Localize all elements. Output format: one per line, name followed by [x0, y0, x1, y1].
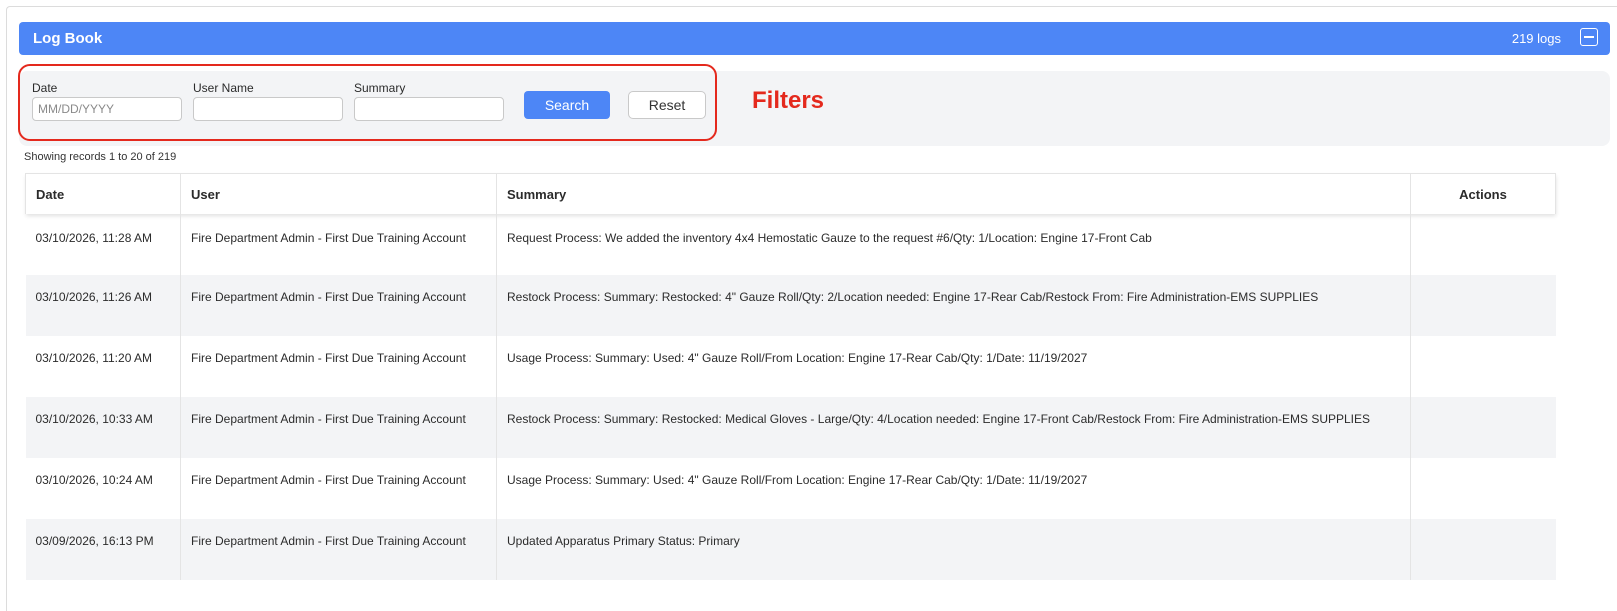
cell-user: Fire Department Admin - First Due Traini…: [180, 519, 497, 580]
log-table: Date User Summary Actions 03/10/2026, 11…: [25, 173, 1556, 580]
summary-label: Summary: [354, 81, 406, 95]
reset-button[interactable]: Reset: [628, 91, 706, 119]
cell-actions: [1410, 519, 1556, 580]
cell-summary: Usage Process: Summary: Used: 4" Gauze R…: [496, 336, 1411, 397]
cell-summary: Request Process: We added the inventory …: [496, 214, 1411, 275]
cell-date: 03/09/2026, 16:13 PM: [25, 519, 181, 580]
cell-actions: [1410, 275, 1556, 336]
search-button[interactable]: Search: [524, 91, 610, 119]
cell-date: 03/10/2026, 10:33 AM: [25, 397, 181, 458]
cell-user: Fire Department Admin - First Due Traini…: [180, 275, 497, 336]
cell-date: 03/10/2026, 11:28 AM: [25, 214, 181, 275]
record-range-text: Showing records 1 to 20 of 219: [24, 151, 177, 163]
table-row: 03/10/2026, 11:28 AM Fire Department Adm…: [25, 214, 1556, 275]
column-header-user[interactable]: User: [180, 173, 497, 214]
cell-summary: Restock Process: Summary: Restocked: Med…: [496, 397, 1411, 458]
cell-actions: [1411, 336, 1556, 397]
date-filter-input[interactable]: [32, 97, 182, 121]
cell-summary: Usage Process: Summary: Used: 4" Gauze R…: [496, 458, 1411, 519]
cell-user: Fire Department Admin - First Due Traini…: [180, 458, 497, 519]
cell-summary: Restock Process: Summary: Restocked: 4" …: [496, 275, 1411, 336]
table-row: 03/10/2026, 11:26 AM Fire Department Adm…: [25, 275, 1556, 336]
column-header-actions: Actions: [1410, 173, 1556, 214]
date-label: Date: [32, 81, 58, 95]
log-count: 219 logs: [1511, 31, 1561, 46]
table-row: 03/10/2026, 10:24 AM Fire Department Adm…: [25, 458, 1556, 519]
cell-actions: [1411, 458, 1556, 519]
panel-header: Log Book 219 logs: [19, 22, 1610, 55]
cell-actions: [1410, 397, 1556, 458]
panel-title: Log Book: [33, 30, 103, 47]
table-row: 03/10/2026, 11:20 AM Fire Department Adm…: [25, 336, 1556, 397]
user-name-filter-input[interactable]: [193, 97, 343, 121]
column-header-date[interactable]: Date: [25, 173, 181, 214]
log-table-container: Date User Summary Actions 03/10/2026, 11…: [25, 173, 1556, 580]
filters-annotation: Filters: [752, 87, 825, 114]
cell-user: Fire Department Admin - First Due Traini…: [180, 336, 497, 397]
user-name-label: User Name: [193, 81, 254, 95]
cell-date: 03/10/2026, 10:24 AM: [25, 458, 181, 519]
table-row: 03/10/2026, 10:33 AM Fire Department Adm…: [25, 397, 1556, 458]
cell-user: Fire Department Admin - First Due Traini…: [180, 397, 497, 458]
cell-date: 03/10/2026, 11:20 AM: [25, 336, 181, 397]
column-header-summary[interactable]: Summary: [496, 173, 1411, 214]
cell-user: Fire Department Admin - First Due Traini…: [180, 214, 497, 275]
cell-summary: Updated Apparatus Primary Status: Primar…: [496, 519, 1411, 580]
cell-date: 03/10/2026, 11:26 AM: [25, 275, 181, 336]
table-header-row: Date User Summary Actions: [25, 173, 1556, 214]
summary-filter-input[interactable]: [354, 97, 504, 121]
table-row: 03/09/2026, 16:13 PM Fire Department Adm…: [25, 519, 1556, 580]
log-book-card: Log Book 219 logs Date User Name Summary…: [6, 6, 1617, 611]
collapse-icon[interactable]: [1580, 28, 1598, 46]
cell-actions: [1411, 214, 1556, 275]
